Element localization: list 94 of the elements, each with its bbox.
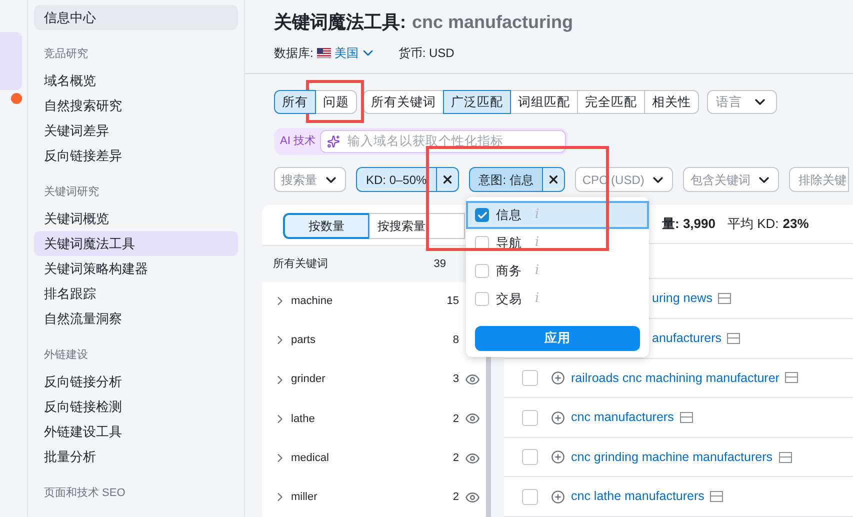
sidebar-item[interactable]: 排名跟踪 <box>34 281 238 306</box>
flag-icon <box>317 48 332 58</box>
group-label: medical <box>291 450 330 466</box>
group-label: miller <box>291 490 318 506</box>
add-icon[interactable] <box>551 450 565 464</box>
group-count: 8 <box>452 333 459 348</box>
toggle-button[interactable]: 所有 <box>274 90 316 114</box>
sidebar-item[interactable]: 关键词策略构建器 <box>34 256 238 281</box>
eye-icon[interactable] <box>465 490 480 505</box>
toggle-button[interactable]: 词组匹配 <box>510 90 578 114</box>
page-title: 关键词魔法工具: <box>274 11 406 34</box>
add-icon[interactable] <box>551 410 565 425</box>
group-count: 2 <box>452 490 459 506</box>
table-icon <box>727 332 740 344</box>
group-label: 所有关键词 <box>273 256 328 272</box>
close-icon <box>440 173 454 186</box>
row-checkbox[interactable] <box>522 449 538 466</box>
option-label: 导航 <box>496 234 522 252</box>
sidebar-item[interactable]: 自然流量洞察 <box>34 306 238 331</box>
row-checkbox[interactable] <box>522 370 538 386</box>
group-label: grinder <box>291 372 326 388</box>
add-icon[interactable] <box>551 490 565 504</box>
keyword-link[interactable]: cnc lathe manufacturers <box>571 487 704 506</box>
intent-option[interactable]: 信息 i <box>466 201 649 229</box>
eye-icon[interactable] <box>465 411 480 426</box>
remove-filter-button[interactable] <box>436 167 459 192</box>
group-tab[interactable]: 按数量 <box>283 213 370 239</box>
option-label: 商务 <box>496 262 522 280</box>
group-count: 2 <box>452 450 459 466</box>
intent-option[interactable]: 交易 i <box>466 285 649 313</box>
table-icon <box>785 372 798 384</box>
remove-filter-button[interactable] <box>542 167 566 192</box>
group-label: machine <box>291 294 334 310</box>
table-icon <box>710 491 724 502</box>
sidebar-item[interactable]: 关键词差异 <box>34 118 238 143</box>
option-label: 信息 <box>496 206 522 224</box>
average-kd-value: 23% <box>782 215 809 234</box>
sparkle-icon <box>327 135 340 148</box>
toggle-button[interactable]: 完全匹配 <box>577 90 645 114</box>
filter-chip[interactable]: KD: 0–50% <box>356 167 437 192</box>
group-tab[interactable]: 按搜索量 <box>368 213 465 239</box>
ai-label: AI 技术 <box>280 134 316 150</box>
section-heading: 竞品研究 <box>44 46 88 62</box>
keyword-link[interactable]: anufacturers <box>652 328 722 348</box>
group-label: lathe <box>291 412 316 427</box>
group-label: parts <box>291 333 316 348</box>
average-kd-label: 平均 KD: <box>727 215 779 234</box>
sidebar-item[interactable]: 域名概览 <box>34 68 238 93</box>
table-icon <box>778 452 792 463</box>
sidebar-item[interactable]: 反向链接分析 <box>34 369 238 394</box>
group-count: 15 <box>446 294 459 310</box>
check-icon <box>476 210 488 220</box>
row-checkbox[interactable] <box>522 488 538 505</box>
query-text: cnc manufacturing <box>412 11 574 34</box>
filter-chip[interactable]: 意图: 信息 <box>468 167 544 192</box>
table-icon <box>680 412 693 424</box>
group-count: 39 <box>434 256 446 272</box>
database-select[interactable]: 美国 <box>334 44 376 62</box>
close-icon <box>547 173 560 186</box>
database-label: 数据库: <box>274 45 314 62</box>
total-volume: 量: 3,990 <box>662 215 716 234</box>
sidebar-item[interactable]: 批量分析 <box>34 444 238 469</box>
sidebar-item[interactable]: 反向链接检测 <box>34 394 238 419</box>
section-heading: 关键词研究 <box>44 184 99 200</box>
annotation-overlay <box>306 80 364 123</box>
row-checkbox[interactable] <box>522 410 538 426</box>
checkbox[interactable] <box>475 264 489 278</box>
apply-button[interactable]: 应用 <box>475 326 640 351</box>
toggle-button[interactable]: 问题 <box>315 90 357 114</box>
checkbox[interactable] <box>475 208 489 222</box>
group-count: 2 <box>452 412 459 427</box>
toggle-button[interactable]: 相关性 <box>644 90 699 114</box>
checkbox[interactable] <box>475 292 489 306</box>
currency-text: 货币: USD <box>398 45 454 62</box>
add-icon[interactable] <box>551 370 565 385</box>
eye-icon[interactable] <box>465 450 480 466</box>
sidebar-item[interactable]: 关键词魔法工具 <box>34 231 238 256</box>
toggle-button[interactable]: 广泛匹配 <box>443 90 511 114</box>
keyword-link[interactable]: uring news <box>652 289 712 308</box>
table-icon <box>718 293 732 304</box>
toggle-button[interactable]: 所有关键词 <box>363 90 444 114</box>
sidebar-item[interactable]: 外链建设工具 <box>34 419 238 444</box>
section-heading: 外链建设 <box>44 348 88 362</box>
sidebar-item[interactable]: 信息中心 <box>34 5 238 30</box>
sidebar-item[interactable]: 自然搜索研究 <box>34 93 238 118</box>
group-count: 3 <box>452 372 459 388</box>
sidebar-item[interactable]: 关键词概览 <box>34 206 238 231</box>
sidebar-item[interactable]: 反向链接差异 <box>34 143 238 168</box>
keyword-link[interactable]: railroads cnc machining manufacturer <box>571 368 780 388</box>
section-heading: 页面和技术 SEO <box>44 486 126 500</box>
option-label: 交易 <box>496 290 522 308</box>
keyword-link[interactable]: cnc grinding machine manufacturers <box>571 448 772 466</box>
keyword-link[interactable]: cnc manufacturers <box>571 408 674 427</box>
eye-icon[interactable] <box>465 372 480 388</box>
